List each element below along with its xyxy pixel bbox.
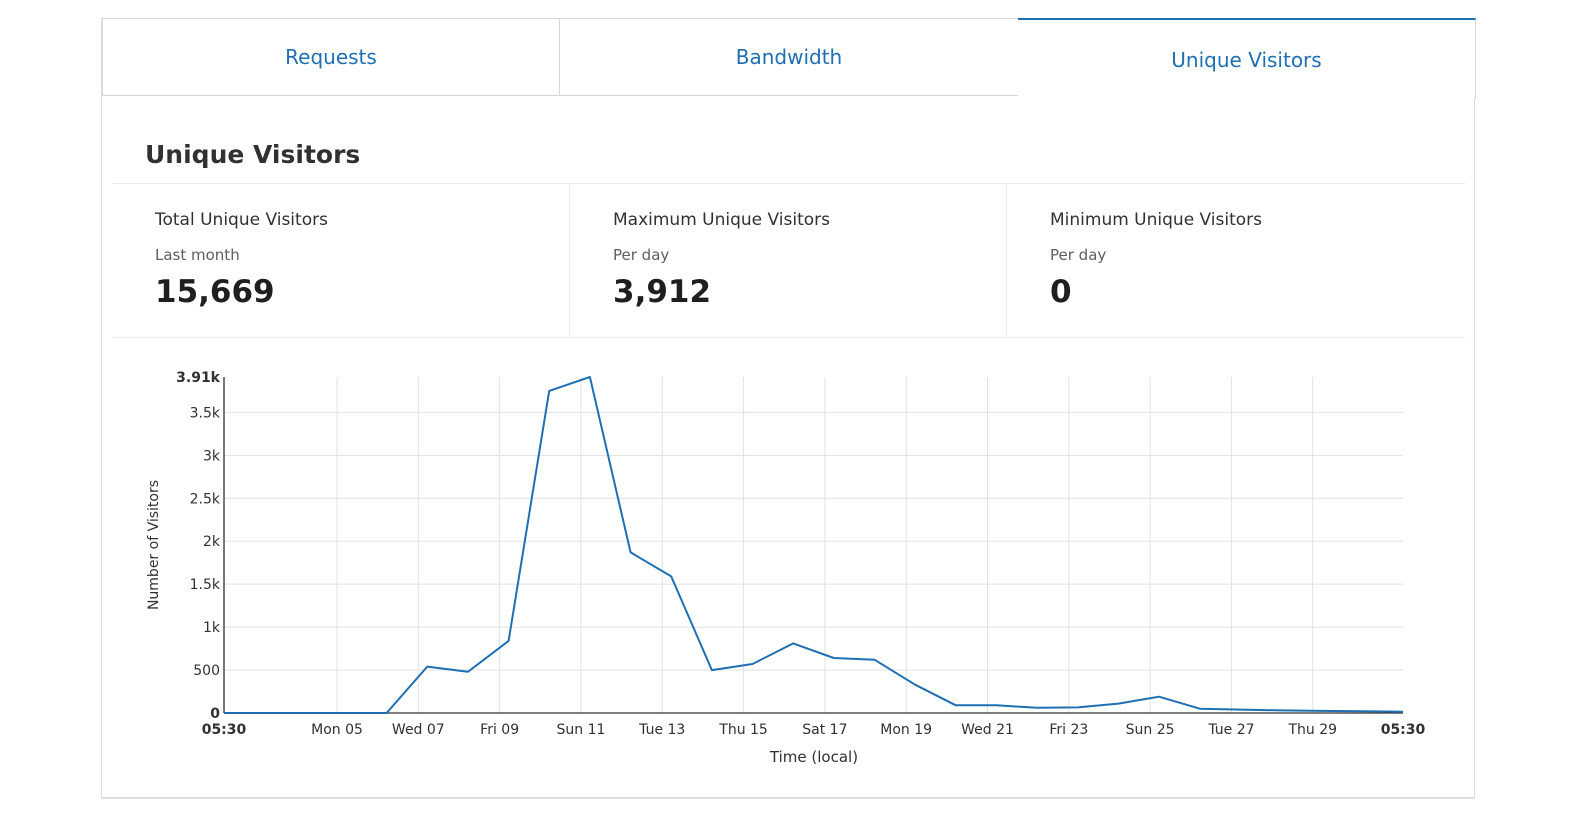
x-tick-label: Fri 09 (480, 722, 519, 738)
x-tick-label: Wed 07 (392, 722, 445, 738)
x-tick-label: Thu 29 (1287, 722, 1337, 738)
chart-grid (224, 377, 1403, 713)
x-tick-label: Tue 13 (638, 722, 685, 738)
x-tick-label: Tue 27 (1207, 722, 1254, 738)
visitors-series-line (224, 376, 1404, 714)
y-tick-label: 1.5k (190, 577, 221, 593)
x-tick-label: Sat 17 (802, 722, 847, 738)
x-tick-label: Wed 21 (961, 722, 1014, 738)
x-tick-label: Sun 25 (1126, 722, 1175, 738)
y-tick-label: 0 (210, 706, 220, 722)
x-tick-label: Sun 11 (556, 722, 605, 738)
y-tick-label: 2.5k (190, 491, 221, 507)
chart-tick-labels: 0 500 1k 1.5k 2k 2.5k 3k 3.5k 3.91k 05:30 Mon 05 We… (176, 370, 1425, 738)
x-tick-label: Mon 19 (880, 722, 932, 738)
x-axis-title: Time (local) (769, 748, 858, 766)
y-tick-label: 3k (203, 448, 221, 464)
y-tick-label: 2k (203, 534, 221, 550)
x-tick-label: 05:30 (202, 722, 247, 738)
x-tick-label: 05:30 (1381, 722, 1426, 738)
y-tick-label: 500 (193, 663, 220, 679)
x-tick-label: Mon 05 (311, 722, 363, 738)
unique-visitors-line-chart: 0 500 1k 1.5k 2k 2.5k 3k 3.5k 3.91k 05:30 Mon 05 We… (146, 370, 1426, 766)
y-tick-label: 1k (203, 620, 221, 636)
x-tick-label: Thu 15 (718, 722, 768, 738)
x-tick-label: Fri 23 (1049, 722, 1088, 738)
chart-series (224, 376, 1404, 714)
y-axis-title: Number of Visitors (146, 480, 162, 610)
y-tick-label: 3.5k (190, 405, 221, 421)
chart-axes (223, 377, 1403, 714)
y-tick-label: 3.91k (176, 370, 221, 386)
